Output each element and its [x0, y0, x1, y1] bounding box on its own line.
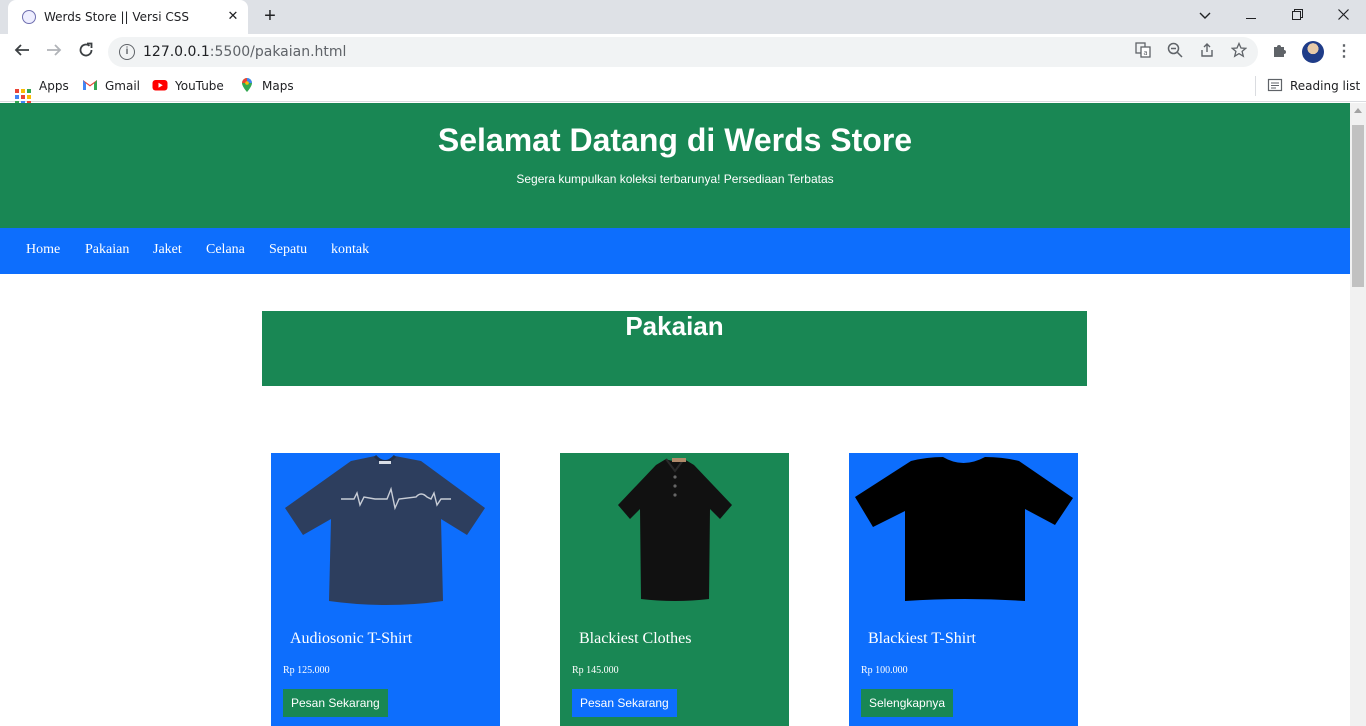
nav-celana[interactable]: Celana: [206, 242, 245, 258]
nav-home[interactable]: Home: [26, 242, 60, 258]
share-icon[interactable]: [1197, 42, 1217, 62]
nav-sepatu[interactable]: Sepatu: [269, 242, 307, 258]
browser-menu-icon[interactable]: ⋮: [1334, 42, 1354, 62]
translate-icon[interactable]: a: [1133, 42, 1153, 62]
forward-arrow-icon[interactable]: [40, 38, 68, 66]
product-price: Rp 125.000: [283, 665, 330, 676]
page-viewport: Selamat Datang di Werds Store Segera kum…: [0, 103, 1350, 726]
tab-search-chevron-icon[interactable]: [1182, 0, 1228, 30]
product-price: Rp 145.000: [572, 665, 619, 676]
section-header: Pakaian: [262, 311, 1087, 386]
order-button[interactable]: Pesan Sekarang: [572, 689, 677, 717]
bookmark-youtube[interactable]: YouTube: [152, 76, 224, 96]
product-card-blackiest-clothes: Blackiest Clothes Rp 145.000 Pesan Sekar…: [560, 453, 789, 726]
browser-tab[interactable]: Werds Store || Versi CSS ✕: [8, 0, 248, 34]
hero-banner: Selamat Datang di Werds Store Segera kum…: [0, 103, 1350, 228]
product-name: Blackiest T-Shirt: [868, 630, 976, 647]
browser-toolbar: i 127.0.0.1:5500/pakaian.html a ⋮: [0, 34, 1366, 70]
site-info-icon[interactable]: i: [119, 44, 135, 60]
address-bar[interactable]: i 127.0.0.1:5500/pakaian.html a: [108, 37, 1258, 67]
hero-title: Selamat Datang di Werds Store: [437, 122, 913, 158]
bookmarks-bar: Apps Gmail YouTube Maps Reading list: [0, 70, 1366, 105]
product-card-blackiest-tshirt: Blackiest T-Shirt Rp 100.000 Selengkapny…: [849, 453, 1078, 726]
reload-icon[interactable]: [72, 38, 100, 66]
product-name: Audiosonic T-Shirt: [290, 630, 413, 647]
section-title: Pakaian: [625, 311, 724, 341]
close-window-button[interactable]: [1320, 0, 1366, 30]
product-price: Rp 100.000: [861, 665, 908, 676]
back-arrow-icon[interactable]: [8, 38, 36, 66]
svg-text:a: a: [1143, 49, 1147, 57]
tab-title: Werds Store || Versi CSS: [44, 10, 189, 24]
nav-jaket[interactable]: Jaket: [153, 242, 182, 258]
details-button[interactable]: Selengkapnya: [861, 689, 954, 717]
restore-button[interactable]: [1274, 0, 1320, 30]
zoom-icon[interactable]: [1165, 42, 1185, 62]
gmail-icon: [83, 80, 97, 90]
profile-avatar[interactable]: [1302, 41, 1324, 63]
minimize-button[interactable]: [1228, 0, 1274, 30]
scrollbar-thumb[interactable]: [1352, 125, 1364, 287]
browser-tab-strip: Werds Store || Versi CSS ✕ +: [0, 0, 1366, 34]
maps-icon: [242, 78, 252, 92]
main-navbar: Home Pakaian Jaket Celana Sepatu kontak: [0, 228, 1350, 274]
reading-list-icon: [1267, 78, 1283, 92]
black-tshirt-image: [855, 457, 1073, 601]
nav-kontak[interactable]: kontak: [331, 242, 369, 258]
bookmark-apps[interactable]: Apps: [15, 76, 69, 105]
order-button[interactable]: Pesan Sekarang: [283, 689, 388, 717]
nav-pakaian[interactable]: Pakaian: [85, 242, 129, 258]
new-tab-button[interactable]: +: [258, 5, 282, 29]
bookmark-gmail[interactable]: Gmail: [82, 76, 140, 96]
hero-subtitle: Segera kumpulkan koleksi terbarunya! Per…: [516, 172, 834, 186]
scroll-up-arrow-icon[interactable]: [1354, 108, 1362, 113]
reading-list-button[interactable]: Reading list: [1267, 76, 1360, 96]
black-polo-image: [618, 458, 732, 601]
product-name: Blackiest Clothes: [579, 630, 692, 647]
extensions-puzzle-icon[interactable]: [1269, 42, 1289, 62]
navy-tshirt-image: [285, 454, 485, 605]
site-favicon-icon: [22, 10, 36, 24]
bookmark-star-icon[interactable]: [1229, 41, 1249, 62]
url-text[interactable]: 127.0.0.1:5500/pakaian.html: [143, 44, 346, 60]
bookmarks-separator: [1255, 76, 1256, 96]
product-card-audiosonic: Audiosonic T-Shirt Rp 125.000 Pesan Seka…: [271, 453, 500, 726]
youtube-icon: [152, 80, 168, 91]
close-tab-icon[interactable]: ✕: [224, 7, 242, 25]
page-scrollbar[interactable]: [1350, 103, 1366, 726]
bookmark-maps[interactable]: Maps: [239, 76, 294, 96]
